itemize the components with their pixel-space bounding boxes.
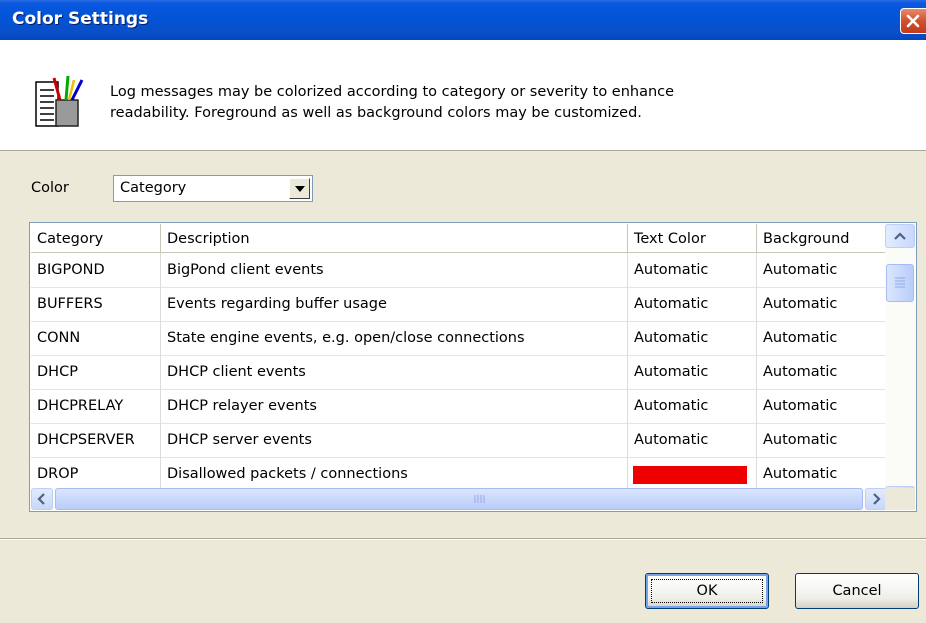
grip-icon <box>474 495 485 503</box>
table-row[interactable]: DHCPRELAY DHCP relayer events Automatic … <box>31 389 887 424</box>
dropdown-arrow-button[interactable] <box>289 178 310 199</box>
footer-separator <box>0 538 926 540</box>
scrollbar-corner <box>885 488 915 510</box>
cell-text-color[interactable]: Automatic <box>628 287 757 321</box>
scroll-left-button[interactable] <box>31 488 53 510</box>
cell-category: DROP <box>31 457 161 491</box>
header-text-line-1: Log messages may be colorized according … <box>110 84 675 100</box>
cell-text-color[interactable]: Automatic <box>628 355 757 389</box>
cell-description: BigPond client events <box>161 253 628 287</box>
cell-text-color[interactable]: Automatic <box>628 253 757 287</box>
cell-text-color[interactable]: Automatic <box>628 321 757 355</box>
scroll-right-button[interactable] <box>865 488 887 510</box>
cell-text-color[interactable]: Automatic <box>628 423 757 457</box>
scroll-thumb[interactable] <box>886 264 914 302</box>
table-row[interactable]: DROP Disallowed packets / connections Au… <box>31 457 887 492</box>
color-settings-dialog: Color Settings Log messages may be color… <box>0 0 926 623</box>
cell-description: DHCP server events <box>161 423 628 457</box>
grip-icon <box>895 277 905 288</box>
cell-description: DHCP relayer events <box>161 389 628 423</box>
title-bar[interactable]: Color Settings <box>0 0 926 40</box>
cell-description: DHCP client events <box>161 355 628 389</box>
cell-background[interactable]: Automatic <box>757 457 887 491</box>
chevron-left-icon <box>37 493 45 505</box>
cancel-button[interactable]: Cancel <box>795 573 919 609</box>
cell-background[interactable]: Automatic <box>757 423 887 457</box>
header-description: Log messages may be colorized according … <box>110 82 850 124</box>
window-title: Color Settings <box>12 9 149 29</box>
cancel-button-label: Cancel <box>832 583 882 599</box>
close-icon <box>906 14 920 28</box>
cell-background[interactable]: Automatic <box>757 321 887 355</box>
header-text-line-2: readability. Foreground as well as backg… <box>110 105 642 121</box>
color-label: Color <box>31 180 69 196</box>
color-mode-value: Category <box>120 180 187 196</box>
cell-category: BUFFERS <box>31 287 161 321</box>
cell-description: State engine events, e.g. open/close con… <box>161 321 628 355</box>
close-button[interactable] <box>900 8 926 34</box>
table-row[interactable]: BUFFERS Events regarding buffer usage Au… <box>31 287 887 322</box>
horizontal-scroll-thumb[interactable] <box>55 488 863 510</box>
cell-category: BIGPOND <box>31 253 161 287</box>
column-header-category[interactable]: Category <box>31 224 161 252</box>
list-header: Category Description Text Color Backgrou… <box>31 224 887 253</box>
table-row[interactable]: DHCP DHCP client events Automatic Automa… <box>31 355 887 390</box>
chevron-down-icon <box>295 186 305 192</box>
table-row[interactable]: DHCPSERVER DHCP server events Automatic … <box>31 423 887 458</box>
vertical-scrollbar[interactable] <box>885 224 915 510</box>
cell-category: DHCP <box>31 355 161 389</box>
chevron-up-icon <box>894 232 906 240</box>
cell-background[interactable]: Automatic <box>757 355 887 389</box>
cell-description: Events regarding buffer usage <box>161 287 628 321</box>
ok-button[interactable]: OK <box>645 573 769 609</box>
column-header-description[interactable]: Description <box>161 224 628 252</box>
cell-category: DHCPRELAY <box>31 389 161 423</box>
horizontal-scrollbar[interactable] <box>31 488 887 510</box>
table-row[interactable]: CONN State engine events, e.g. open/clos… <box>31 321 887 356</box>
cell-background[interactable]: Automatic <box>757 389 887 423</box>
category-color-list[interactable]: Category Description Text Color Backgrou… <box>29 222 917 512</box>
cell-text-color[interactable]: Automatic <box>628 389 757 423</box>
chevron-right-icon <box>873 493 881 505</box>
scroll-up-button[interactable] <box>885 224 915 248</box>
cell-description: Disallowed packets / connections <box>161 457 628 491</box>
column-header-background[interactable]: Background <box>757 224 887 252</box>
cell-category: CONN <box>31 321 161 355</box>
cell-category: DHCPSERVER <box>31 423 161 457</box>
text-color-swatch <box>633 466 747 484</box>
cell-background[interactable]: Automatic <box>757 253 887 287</box>
ok-button-label: OK <box>696 583 718 599</box>
column-header-text-color[interactable]: Text Color <box>628 224 757 252</box>
palette-brushes-icon <box>35 75 84 127</box>
table-row[interactable]: BIGPOND BigPond client events Automatic … <box>31 253 887 288</box>
color-mode-dropdown[interactable]: Category <box>113 175 313 202</box>
cell-text-color[interactable] <box>628 457 757 491</box>
cell-background[interactable]: Automatic <box>757 287 887 321</box>
